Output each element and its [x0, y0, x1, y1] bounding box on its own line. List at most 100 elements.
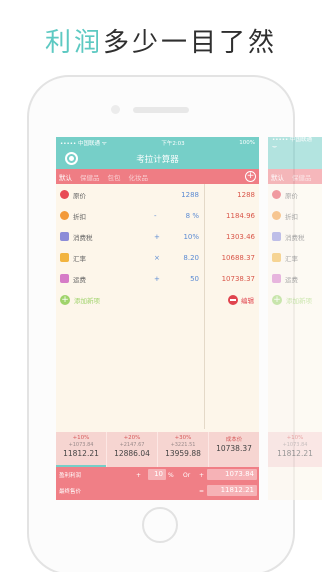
row-value[interactable]: 8 % — [186, 212, 199, 220]
row-discount[interactable]: 折扣 - 8 % 1184.96 — [56, 205, 259, 226]
price-icon — [272, 190, 281, 199]
row-price: 原价 — [268, 184, 322, 205]
headline-rest: 多少一目了然 — [103, 28, 278, 58]
headline-accent: 利润 — [44, 28, 103, 58]
home-button[interactable] — [142, 507, 178, 543]
row-label: 折扣 — [73, 212, 86, 221]
markup-total: 13959.88 — [165, 449, 201, 458]
markup-amount: +2147.67 — [119, 442, 145, 448]
shipping-icon — [272, 274, 281, 283]
exchange-icon — [272, 253, 281, 262]
category-tabs: 默认 保健品 — [268, 169, 322, 184]
status-bar: ••••• 中国联通 ᯤ 下午2:03 100% — [56, 137, 259, 148]
row-label: 原价 — [73, 191, 86, 200]
row-result: 1303.46 — [226, 232, 255, 241]
row-operator: + — [154, 232, 160, 241]
row-label: 汇率 — [285, 254, 298, 263]
tab-health: 保健品 — [292, 173, 312, 182]
row-result: 1288 — [237, 190, 255, 199]
tab-health[interactable]: 保健品 — [80, 172, 100, 182]
row-label: 消费税 — [285, 233, 305, 242]
row-price[interactable]: 原价 1288 1288 — [56, 184, 259, 205]
profit-row: 盈利利润 + 10 % Or + 1073.84 — [56, 467, 259, 483]
row-value[interactable]: 10% — [183, 233, 199, 241]
speaker-grille — [133, 107, 189, 113]
discount-icon — [60, 211, 69, 220]
profit-amount-input[interactable]: 1073.84 — [207, 469, 257, 480]
status-time: 下午2:03 — [161, 140, 185, 147]
profit-panel: 盈利利润 + 10 % Or + 1073.84 最终售价 = 11812.21 — [56, 467, 259, 500]
row-label: 折扣 — [285, 212, 298, 221]
markup-amount: +1073.84 — [68, 442, 94, 448]
row-label: 原价 — [285, 191, 298, 200]
cost-label: 成本价 — [225, 437, 243, 443]
row-label: 运费 — [285, 275, 298, 284]
row-discount: 折扣 — [268, 205, 322, 226]
tab-default[interactable]: 默认 — [59, 172, 72, 182]
edit-label: 编辑 — [241, 297, 254, 305]
add-tab-icon[interactable]: + — [245, 171, 256, 182]
plus-symbol: + — [136, 471, 142, 479]
row-result: 10688.37 — [221, 253, 255, 262]
row-operator: × — [154, 253, 160, 262]
row-operator: - — [154, 211, 157, 220]
markup-option[interactable]: +10% +1073.84 11812.21 — [56, 432, 107, 467]
add-row: + 添加新项 编辑 — [56, 289, 259, 311]
final-row: 最终售价 = 11812.21 — [56, 483, 259, 499]
edit-button[interactable]: 编辑 — [228, 295, 254, 305]
cost-option[interactable]: 成本价 10738.37 — [209, 432, 259, 467]
gear-icon[interactable] — [65, 152, 78, 165]
add-icon[interactable]: + — [60, 295, 70, 305]
final-label: 最终售价 — [59, 489, 82, 495]
markup-percent: +30% — [174, 435, 192, 441]
title-bar — [268, 148, 322, 169]
row-value[interactable]: 50 — [190, 275, 199, 283]
markup-option[interactable]: +20% +2147.67 12886.04 — [107, 432, 158, 467]
tax-icon — [272, 232, 281, 241]
price-icon — [60, 190, 69, 199]
tab-cosmetics[interactable]: 化妆品 — [129, 172, 149, 182]
markup-option[interactable]: +30% +3221.51 13959.88 — [158, 432, 209, 467]
profit-percent-input[interactable]: 10 — [148, 469, 166, 480]
battery-text: 100% — [239, 139, 255, 146]
row-operator: + — [154, 274, 160, 283]
minus-icon — [228, 295, 238, 305]
markup-total: 11812.21 — [63, 449, 99, 458]
row-tax[interactable]: 消费税 + 10% 1303.46 — [56, 226, 259, 247]
app-screen: ••••• 中国联通 ᯤ 下午2:03 100% 考拉计算器 默认 保健品 包包… — [56, 137, 259, 500]
add-new-label: 添加新项 — [286, 297, 312, 305]
add-icon: + — [272, 295, 282, 305]
plus-symbol-2: + — [199, 471, 205, 479]
markup-grid: +10% +1073.84 11812.21 — [268, 432, 322, 467]
app-title: 考拉计算器 — [136, 154, 179, 165]
camera-icon — [111, 105, 120, 114]
row-result: 1184.96 — [226, 211, 255, 220]
row-value[interactable]: 8.20 — [183, 254, 199, 262]
markup-total: 11812.21 — [277, 449, 313, 458]
tax-icon — [60, 232, 69, 241]
carrier-text: ••••• 中国联通 ᯤ — [60, 140, 107, 147]
row-shipping: 运费 — [268, 268, 322, 289]
or-text: Or — [183, 471, 191, 479]
next-screen-preview: ••••• 中国联通 ᯤ 默认 保健品 原价 折扣 消费税 汇率 运费 + 添加… — [268, 137, 322, 500]
markup-percent: +20% — [123, 435, 141, 441]
row-value[interactable]: 1288 — [181, 191, 199, 199]
row-shipping[interactable]: 运费 + 50 10738.37 — [56, 268, 259, 289]
headline: 利润多少一目了然 — [0, 22, 322, 59]
row-result: 10738.37 — [221, 274, 255, 283]
row-exchange: 汇率 — [268, 247, 322, 268]
equals-symbol: = — [199, 487, 205, 495]
tab-bags[interactable]: 包包 — [108, 172, 121, 182]
row-exchange[interactable]: 汇率 × 8.20 10688.37 — [56, 247, 259, 268]
calc-rows: 原价 1288 1288 折扣 - 8 % 1184.96 消费税 + 10% … — [56, 184, 259, 429]
markup-percent: +10% — [286, 435, 304, 441]
percent-symbol: % — [168, 471, 174, 479]
markup-amount: +1073.84 — [282, 442, 308, 448]
shipping-icon — [60, 274, 69, 283]
add-new-button[interactable]: 添加新项 — [74, 295, 100, 305]
title-bar: 考拉计算器 — [56, 148, 259, 169]
add-row: + 添加新项 — [268, 289, 322, 311]
discount-icon — [272, 211, 281, 220]
markup-grid: +10% +1073.84 11812.21 +20% +2147.67 128… — [56, 432, 259, 467]
category-tabs: 默认 保健品 包包 化妆品 + — [56, 169, 259, 184]
